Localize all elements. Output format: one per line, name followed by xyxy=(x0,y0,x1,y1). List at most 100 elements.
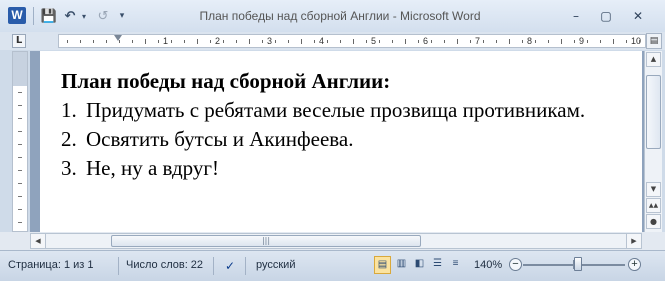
proofing-icon[interactable]: ✓ xyxy=(220,256,240,276)
ruler-tick xyxy=(119,40,120,43)
list-item-text: Освятить бутсы и Акинфеева. xyxy=(86,127,354,151)
qat-separator xyxy=(33,7,34,25)
maximize-button[interactable]: ▢ xyxy=(593,7,619,25)
ruler-number: 7 xyxy=(475,36,481,46)
ruler-tick xyxy=(18,131,22,132)
status-separator xyxy=(245,257,246,275)
word-count[interactable]: Число слов: 22 xyxy=(126,259,203,271)
ruler-tick xyxy=(18,144,22,145)
ruler-number: 8 xyxy=(527,36,533,46)
ruler-tick xyxy=(18,170,22,171)
list-item: 2. Освятить бутсы и Акинфеева. xyxy=(61,125,621,154)
draft-view-icon[interactable]: ≡ xyxy=(447,256,464,274)
ruler-tick xyxy=(561,39,562,44)
list-item-text: Не, ну а вдруг! xyxy=(86,156,219,180)
zoom-in-button[interactable]: + xyxy=(628,258,641,271)
horizontal-scrollbar[interactable]: ◀ ||| ▶ xyxy=(30,233,642,249)
previous-page-icon[interactable]: ▲▲ xyxy=(646,198,661,213)
ruler-tick xyxy=(197,39,198,44)
document-body[interactable]: План победы над сборной Англии: 1. Приду… xyxy=(61,67,621,183)
browse-object-icon[interactable]: ● xyxy=(646,214,661,229)
scroll-down-icon[interactable]: ▼ xyxy=(646,182,661,197)
document-area: План победы над сборной Англии: 1. Приду… xyxy=(30,51,644,232)
web-layout-icon[interactable]: ◧ xyxy=(411,256,428,274)
list-item: 3. Не, ну а вдруг! xyxy=(61,154,621,183)
ruler-number: 9 xyxy=(579,36,585,46)
word-app-icon[interactable]: W xyxy=(8,7,26,24)
ruler-tick xyxy=(574,40,575,43)
list-item-number: 2. xyxy=(61,127,77,151)
undo-dropdown-icon[interactable]: ▾ xyxy=(79,7,89,25)
customize-qat-icon[interactable]: ▾ xyxy=(116,7,128,25)
ruler-tick xyxy=(18,209,22,210)
outline-view-icon[interactable]: ☰ xyxy=(429,256,446,274)
page-count[interactable]: Страница: 1 из 1 xyxy=(8,259,94,271)
horizontal-ruler[interactable]: 1234567891011 xyxy=(58,34,646,48)
ruler-tick xyxy=(288,40,289,43)
ruler-tick xyxy=(522,40,523,43)
ruler-tick xyxy=(18,105,22,106)
status-bar: Страница: 1 из 1 Число слов: 22 ✓ русски… xyxy=(0,250,665,281)
undo-icon[interactable]: ↶ xyxy=(62,7,78,25)
scroll-up-icon[interactable]: ▲ xyxy=(646,52,661,67)
vertical-scroll-thumb[interactable] xyxy=(646,75,661,149)
view-ruler-icon[interactable]: ▤ xyxy=(646,33,662,49)
ruler-tick xyxy=(18,222,22,223)
ruler-tick xyxy=(392,40,393,43)
vertical-scrollbar[interactable]: ▲ ▼ ▲▲ ● xyxy=(644,51,662,232)
ruler-tick xyxy=(132,40,133,43)
language-indicator[interactable]: русский xyxy=(256,259,295,271)
ruler-tick xyxy=(535,40,536,43)
zoom-slider-thumb[interactable] xyxy=(574,257,582,271)
document-page[interactable]: План победы над сборной Англии: 1. Приду… xyxy=(40,51,642,232)
ruler-tick xyxy=(457,39,458,44)
zoom-level[interactable]: 140% xyxy=(474,259,502,271)
ruler-tick xyxy=(80,40,81,43)
ruler-tick xyxy=(18,183,22,184)
ruler-tick xyxy=(314,40,315,43)
ruler-tick xyxy=(483,40,484,43)
ruler-tick xyxy=(223,40,224,43)
ruler-tick xyxy=(405,39,406,44)
list-item-number: 3. xyxy=(61,156,77,180)
print-layout-view-icon[interactable]: ▤ xyxy=(374,256,391,274)
ruler-tick xyxy=(210,40,211,43)
indent-marker-icon[interactable] xyxy=(114,35,122,41)
vertical-ruler[interactable] xyxy=(12,51,28,232)
scroll-left-icon[interactable]: ◀ xyxy=(31,234,46,248)
scroll-right-icon[interactable]: ▶ xyxy=(626,234,641,248)
list-item: 1. Придумать с ребятами веселые прозвища… xyxy=(61,96,621,125)
save-icon[interactable]: 💾 xyxy=(40,7,58,25)
ruler-tick xyxy=(418,40,419,43)
full-screen-reading-icon[interactable]: ▥ xyxy=(393,256,410,274)
ruler-tick xyxy=(340,40,341,43)
tab-selector[interactable]: L xyxy=(12,34,26,48)
horizontal-scroll-row: ◀ ||| ▶ xyxy=(0,232,665,250)
ruler-tick xyxy=(548,40,549,43)
ruler-tick xyxy=(587,40,588,43)
ruler-tick xyxy=(444,40,445,43)
zoom-out-button[interactable]: − xyxy=(509,258,522,271)
list-item-text: Придумать с ребятами веселые прозвища пр… xyxy=(86,98,586,122)
ruler-tick xyxy=(600,40,601,43)
ruler-number: 1 xyxy=(163,36,169,46)
ruler-tick xyxy=(18,157,22,158)
ruler-tick xyxy=(106,40,107,43)
vertical-ruler-margin xyxy=(13,52,27,86)
ruler-number: 5 xyxy=(371,36,377,46)
close-button[interactable]: ✕ xyxy=(625,7,651,25)
ruler-tick xyxy=(613,39,614,44)
ruler-tick xyxy=(496,40,497,43)
minimize-button[interactable]: – xyxy=(563,7,589,25)
horizontal-scroll-thumb[interactable]: ||| xyxy=(111,235,421,247)
status-separator xyxy=(213,257,214,275)
ruler-tick xyxy=(327,40,328,43)
ruler-tick xyxy=(18,196,22,197)
ruler-number: 6 xyxy=(423,36,429,46)
ruler-tick xyxy=(379,40,380,43)
ruler-number: 2 xyxy=(215,36,221,46)
ruler-tick xyxy=(171,40,172,43)
redo-icon[interactable]: ↺ xyxy=(95,7,111,25)
ruler-tick xyxy=(353,39,354,44)
ruler-tick xyxy=(301,39,302,44)
